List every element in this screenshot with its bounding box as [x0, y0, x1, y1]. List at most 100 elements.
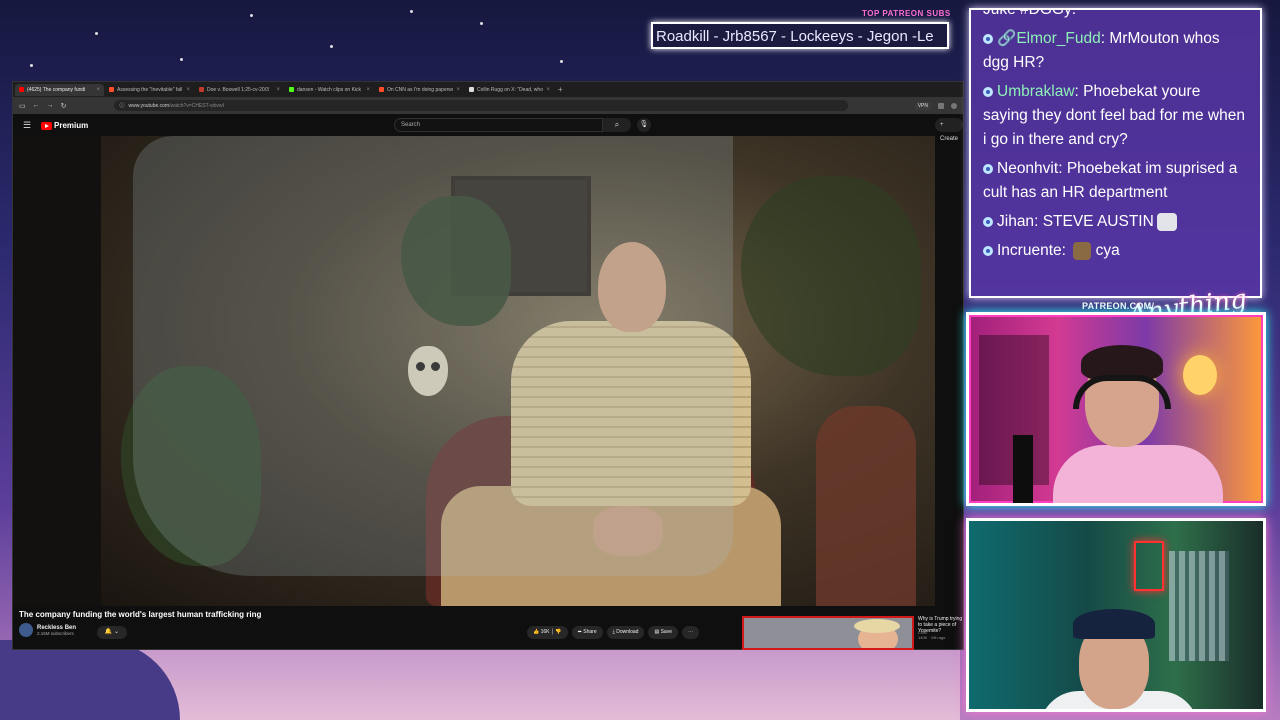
- glass-reflection: [133, 136, 733, 576]
- patreon-tag: PATREON.COM/: [1082, 301, 1155, 311]
- mic-icon[interactable]: 🎙: [637, 118, 651, 132]
- chat-cut-line: Juke #DGGy:: [983, 8, 1077, 18]
- channel-avatar[interactable]: [19, 623, 33, 637]
- browser-tab[interactable]: Collin Rugg on X: "Dead, who ×: [465, 84, 554, 96]
- chat-panel: Juke #DGGy: 🔗Elmor_Fudd: MrMouton whos d…: [969, 8, 1262, 298]
- recommended-stats: 140K · 19h ago: [918, 635, 946, 640]
- forward-icon[interactable]: →: [47, 102, 54, 109]
- share-label: Share: [583, 629, 597, 635]
- address-row: ▭ ← → ↻ ⓘ www.youtube.com/watch?v=CHEST-…: [13, 97, 963, 114]
- search-icon[interactable]: ⌕: [603, 118, 631, 132]
- chat-badge-icon: [983, 33, 993, 44]
- like-count: 16K: [540, 629, 550, 635]
- plant-decor: [741, 176, 921, 376]
- host-2-cap: [1073, 609, 1155, 639]
- like-button[interactable]: 👍 16K │ 👎: [527, 626, 568, 639]
- tab-close-icon[interactable]: ×: [96, 87, 100, 93]
- new-tab-icon[interactable]: +: [558, 85, 563, 94]
- chat-badge-icon: [983, 216, 993, 227]
- chat-link-icon: 🔗: [997, 30, 1017, 47]
- profile-icon[interactable]: [951, 102, 957, 109]
- webcam-host-2: [966, 518, 1266, 712]
- download-button[interactable]: ⤓ Download: [606, 626, 645, 639]
- chat-emote-icon: [1156, 212, 1177, 231]
- extension-icon[interactable]: [938, 102, 944, 109]
- browser-tab[interactable]: (4625) The company fundi ×: [15, 83, 104, 96]
- chat-username[interactable]: Neonhvit: [997, 160, 1058, 177]
- chat-text: cya: [1095, 242, 1120, 259]
- search-input[interactable]: Search: [394, 118, 603, 132]
- chat-username[interactable]: Incruente: [997, 242, 1062, 259]
- channel-info[interactable]: Reckless Ben 2.16M subscribers: [19, 623, 76, 637]
- tab-title: Collin Rugg on X: "Dead, who: [477, 86, 543, 93]
- tab-close-icon[interactable]: ×: [366, 87, 370, 93]
- headset-icon: [1073, 375, 1171, 409]
- chat-badge-icon: [983, 245, 993, 256]
- chat-username[interactable]: Umbraklaw: [997, 83, 1075, 100]
- address-bar[interactable]: ⓘ www.youtube.com/watch?v=CHEST-wbvwI: [113, 100, 848, 111]
- share-button[interactable]: ➦ Share: [571, 626, 603, 639]
- site-info-icon[interactable]: ⓘ: [120, 102, 125, 109]
- patreon-subs-ticker: Roadkill - Jrb8567 - Lockeeys - Jegon -L…: [651, 22, 949, 49]
- tab-favicon-icon: [289, 87, 294, 92]
- tab-title: dansen - Watch clips on Kick: [297, 86, 362, 93]
- neon-sign: [1134, 541, 1164, 591]
- tab-close-icon[interactable]: ×: [546, 87, 550, 93]
- chat-badge-icon: [983, 86, 993, 97]
- tab-title: (4625) The company fundi: [27, 86, 86, 93]
- back-icon[interactable]: ←: [33, 102, 40, 109]
- chat-message: Incruente: cya: [983, 239, 1248, 263]
- channel-name[interactable]: Reckless Ben: [37, 625, 76, 631]
- ornate-chair: [816, 406, 916, 606]
- thumbnail-hair: [854, 619, 900, 633]
- webcam-host-1: [966, 312, 1266, 506]
- patreon-subs-label: TOP PATREON SUBS: [862, 9, 951, 18]
- save-label: Save: [660, 629, 672, 635]
- chat-username[interactable]: Jihan: [997, 213, 1034, 230]
- tab-close-icon[interactable]: ×: [456, 87, 460, 93]
- browser-window: (4625) The company fundi × Assessing the "…: [12, 81, 964, 650]
- video-actions: 👍 16K │ 👎 ➦ Share ⤓ Download ▤ Save ⋯: [527, 626, 699, 639]
- tab-bar: (4625) The company fundi × Assessing the "…: [13, 82, 963, 97]
- video-letterbox: [13, 136, 101, 606]
- lamp-decor: [1183, 355, 1217, 395]
- chat-emote-icon: [1073, 241, 1092, 260]
- video-title: The company funding the world's largest …: [19, 610, 262, 619]
- youtube-logo[interactable]: Premium: [41, 121, 88, 130]
- tab-title: On CNN as I'm doing paperwork: [387, 86, 454, 93]
- youtube-brand: Premium: [54, 121, 89, 130]
- tab-favicon-icon: [199, 87, 204, 92]
- browser-tab[interactable]: dansen - Watch clips on Kick ×: [285, 84, 374, 96]
- chat-list: 🔗Elmor_Fudd: MrMouton whos dgg HR? Umbrak…: [983, 27, 1248, 263]
- chat-message: Umbraklaw: Phoebekat youre saying they d…: [983, 83, 1245, 148]
- chat-message: 🔗Elmor_Fudd: MrMouton whos dgg HR?: [983, 30, 1220, 71]
- tab-favicon-icon: [19, 87, 24, 92]
- youtube-play-icon: [41, 121, 52, 130]
- chat-text: STEVE AUSTIN: [1042, 213, 1154, 230]
- browser-tab[interactable]: Assessing the "Inevitable" fall to ×: [105, 84, 194, 96]
- recommended-thumbnail[interactable]: [742, 616, 914, 650]
- more-icon[interactable]: ⋯: [682, 626, 699, 639]
- create-button[interactable]: + Create: [935, 118, 964, 142]
- menu-icon[interactable]: ☰: [23, 120, 31, 131]
- chat-badge-icon: [983, 163, 993, 174]
- youtube-header: ☰ Premium Search ⌕ 🎙 + Create: [13, 114, 964, 142]
- save-button[interactable]: ▤ Save: [648, 626, 678, 639]
- browser-tab[interactable]: Doe v. Boswell 1:25-cv-20/3 ×: [195, 84, 284, 96]
- reload-icon[interactable]: ↻: [61, 102, 67, 110]
- tab-title: Doe v. Boswell 1:25-cv-20/3: [207, 86, 269, 93]
- sidebar-icon[interactable]: ▭: [19, 102, 26, 110]
- tab-close-icon[interactable]: ×: [186, 87, 190, 93]
- chat-message: Neonhvit: Phoebekat im suprised a cult h…: [983, 160, 1238, 201]
- video-player[interactable]: [13, 136, 935, 606]
- bar-shelf: [1169, 551, 1229, 661]
- host-1-shirt: [1053, 445, 1223, 503]
- tab-title: Assessing the "Inevitable" fall to: [117, 86, 184, 93]
- chat-username[interactable]: Elmor_Fudd: [1016, 30, 1100, 47]
- url-path: /watch?v=CHEST-wbvwI: [169, 102, 224, 109]
- tab-favicon-icon: [379, 87, 384, 92]
- vpn-button[interactable]: VPN: [914, 101, 931, 110]
- browser-tab[interactable]: On CNN as I'm doing paperwork ×: [375, 84, 464, 96]
- subscription-bell-button[interactable]: 🔔 ⌄: [97, 626, 127, 639]
- tab-close-icon[interactable]: ×: [276, 87, 280, 93]
